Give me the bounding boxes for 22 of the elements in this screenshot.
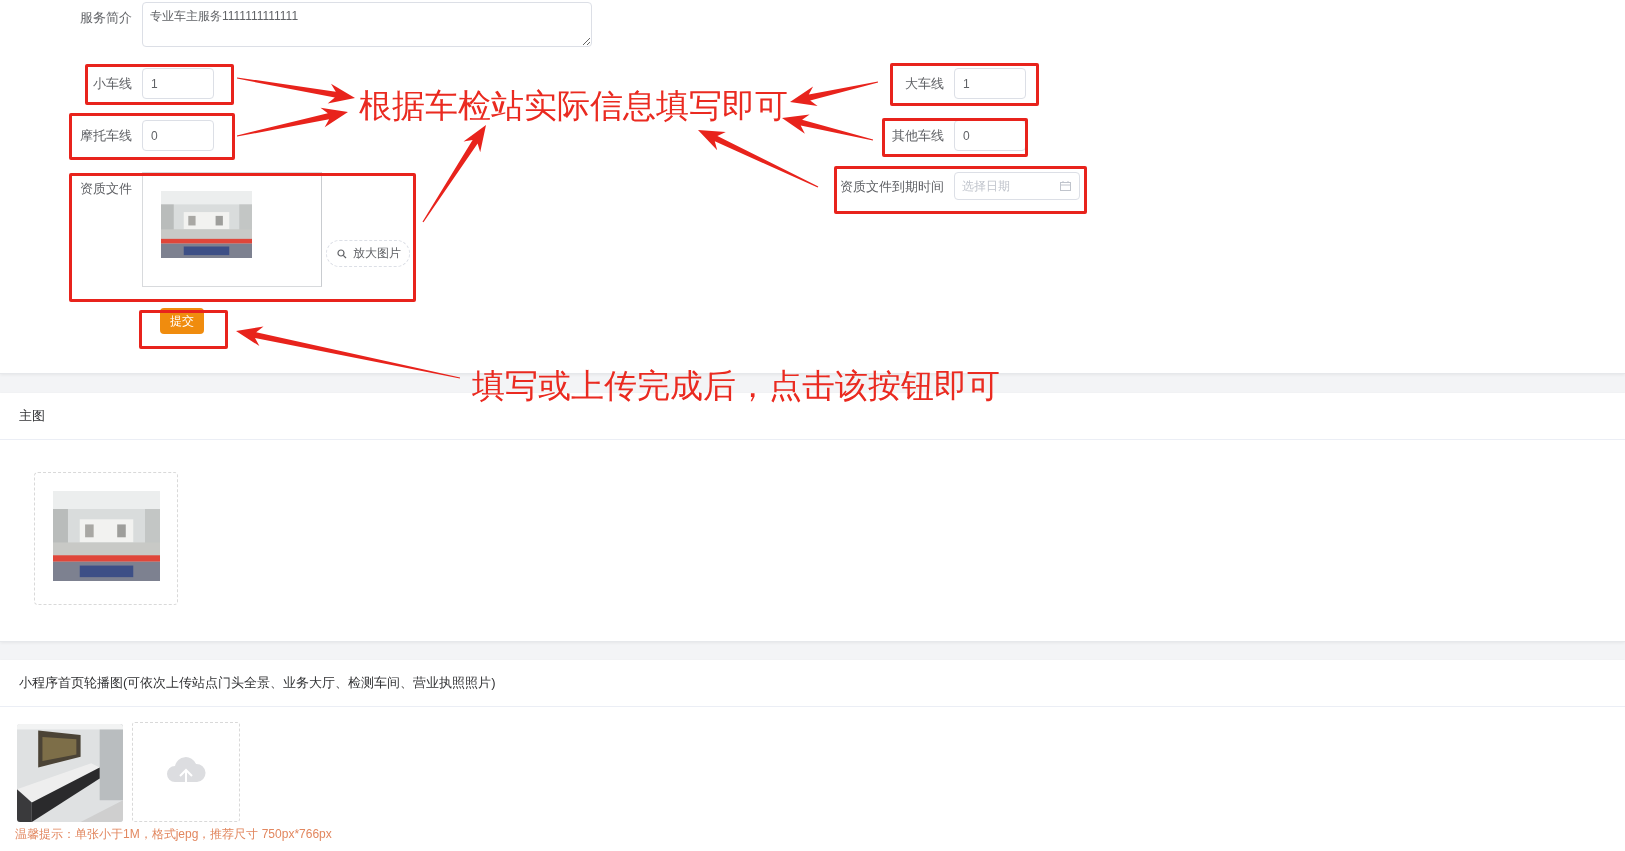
field-label: 服务简介 bbox=[80, 9, 132, 27]
field-label: 摩托车线 bbox=[80, 126, 132, 145]
field-label: 其他车线 bbox=[892, 126, 944, 145]
input-field[interactable]: 1 bbox=[142, 68, 214, 99]
input-field[interactable]: 1 bbox=[954, 68, 1026, 99]
field-label: 大车线 bbox=[905, 74, 944, 93]
input-field[interactable]: 0 bbox=[954, 120, 1026, 151]
input-field[interactable]: 0 bbox=[142, 120, 214, 151]
field-label: 资质文件 bbox=[80, 180, 132, 198]
calendar-icon bbox=[1060, 181, 1071, 191]
upload-box[interactable] bbox=[34, 472, 178, 605]
field-label: 资质文件到期时间 bbox=[840, 178, 944, 196]
input-field[interactable]: 专业车主服务1111111111111 bbox=[142, 2, 592, 47]
hint-text: 温馨提示：单张小于1M，格式jepg，推荐尺寸 750px*766px bbox=[14, 826, 333, 843]
annotation-text: 根据车检站实际信息填写即可 bbox=[359, 89, 788, 122]
section-title: 小程序首页轮播图(可依次上传站点门头全景、业务大厅、检测车间、营业执照照片) bbox=[0, 660, 1625, 707]
upload-box[interactable] bbox=[142, 172, 322, 287]
zoom-button[interactable]: 放大图片 bbox=[326, 240, 410, 267]
date-field[interactable]: 选择日期 bbox=[954, 172, 1080, 200]
field-label: 小车线 bbox=[93, 74, 132, 93]
annotation-text: 填写或上传完成后，点击该按钮即可 bbox=[472, 369, 1000, 402]
search-icon bbox=[337, 248, 347, 259]
